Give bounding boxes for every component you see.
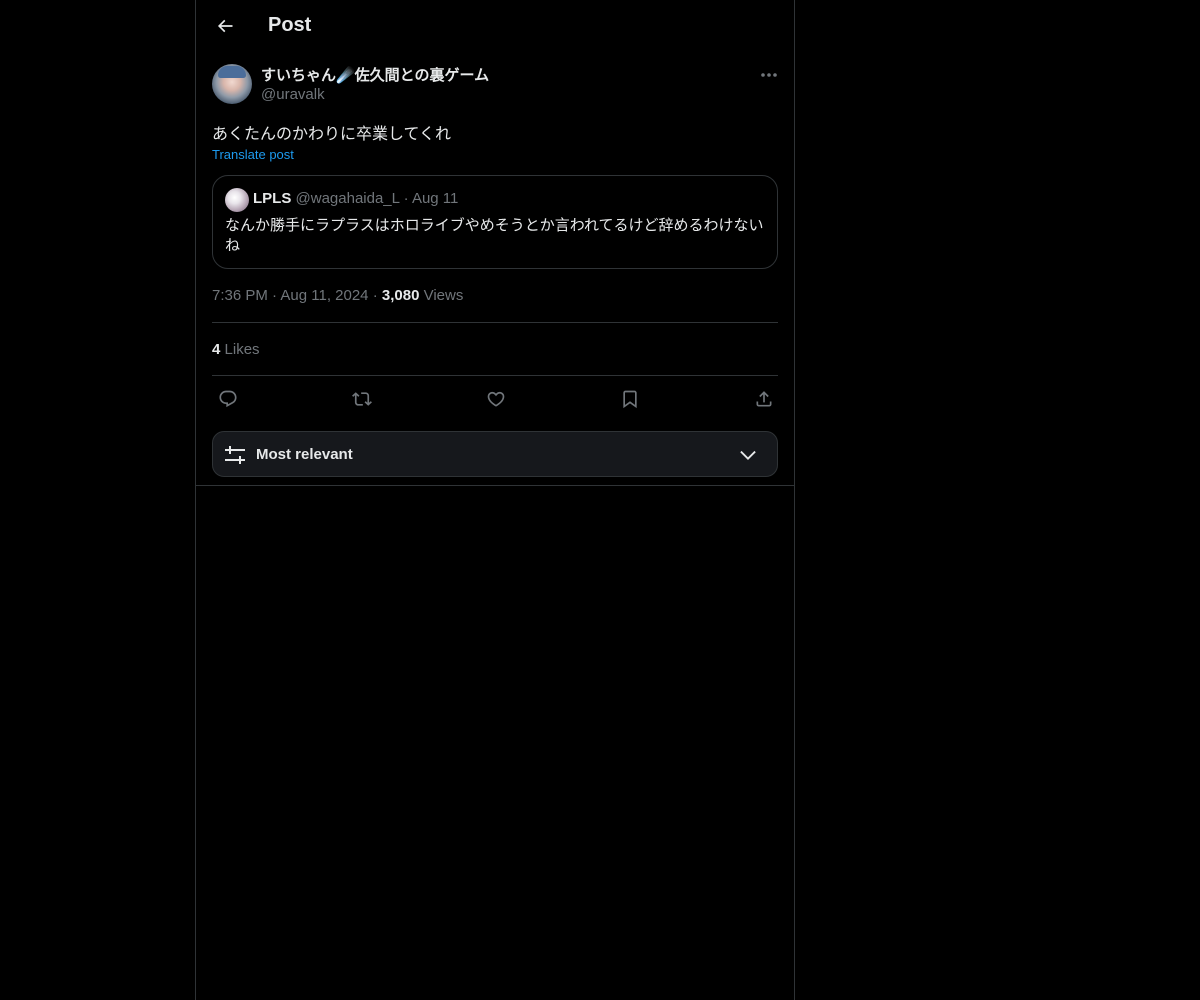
back-button[interactable] — [208, 9, 242, 43]
share-button[interactable] — [749, 386, 779, 412]
meta-separator: · — [272, 287, 278, 304]
post-date[interactable]: Aug 11, 2024 — [280, 287, 368, 304]
like-icon — [487, 391, 505, 407]
quote-separator: · — [403, 190, 409, 207]
author-avatar[interactable] — [212, 64, 252, 104]
likes-count: 4 — [212, 341, 221, 358]
author-handle[interactable]: @uravalk — [261, 86, 325, 103]
quote-text: なんか勝手にラプラスはホロライブやめそうとか言われてるけど辞めるわけないね — [225, 217, 764, 254]
reply-button[interactable] — [213, 386, 243, 412]
reply-sort-selector[interactable]: Most relevant — [212, 431, 778, 477]
repost-icon — [352, 392, 372, 406]
page-header: Post — [196, 0, 794, 53]
bookmark-icon — [623, 390, 637, 409]
likes-label: Likes — [224, 341, 260, 358]
arrow-left-icon — [217, 19, 233, 33]
post-meta: 7:36 PM · Aug 11, 2024 · 3,080 Views — [212, 287, 463, 304]
post-time[interactable]: 7:36 PM — [212, 287, 268, 304]
quoted-post[interactable]: LPLS @wagahaida_L · Aug 11 なんか勝手にラプラスはホロ… — [212, 175, 778, 269]
repost-button[interactable] — [347, 386, 377, 412]
page-title: Post — [268, 14, 312, 36]
likes-stat[interactable]: 4 Likes — [212, 341, 260, 358]
quote-header: LPLS @wagahaida_L · Aug 11 — [253, 190, 458, 207]
post-text: あくたんのかわりに卒業してくれ — [212, 126, 452, 143]
quote-avatar — [225, 188, 249, 212]
more-dots-icon — [761, 73, 777, 77]
author-display-name[interactable]: すいちゃん☄️佐久間との裏ゲーム — [261, 64, 489, 85]
quote-author-name: LPLS — [253, 190, 292, 207]
section-divider — [196, 485, 794, 486]
views-label: Views — [423, 287, 464, 304]
share-icon — [756, 391, 772, 407]
divider — [212, 322, 778, 323]
divider — [212, 375, 778, 376]
translate-post-link[interactable]: Translate post — [212, 147, 294, 162]
views-count: 3,080 — [381, 287, 420, 304]
like-button[interactable] — [481, 386, 511, 412]
sliders-icon — [225, 446, 245, 464]
sort-label: Most relevant — [256, 446, 353, 463]
post-column: Post すいちゃん☄️佐久間との裏ゲーム @uravalk あくたんのかわりに… — [195, 0, 795, 1000]
quote-author-handle: @wagahaida_L — [295, 190, 400, 207]
meta-separator: · — [372, 287, 378, 304]
reply-icon — [219, 390, 237, 408]
chevron-down-icon — [740, 450, 756, 460]
more-options-button[interactable] — [754, 64, 784, 86]
quote-date: Aug 11 — [411, 190, 459, 207]
bookmark-button[interactable] — [615, 386, 645, 412]
